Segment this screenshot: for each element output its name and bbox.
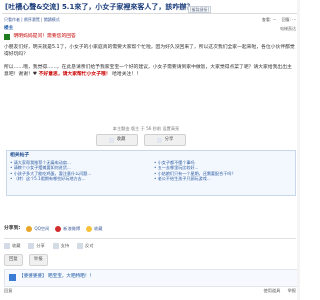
reply-row: 回复 举报 [4, 254, 296, 266]
action-oppose[interactable]: 反对 [77, 243, 94, 249]
copy-link-button[interactable]: [複製鏈接] [188, 6, 212, 13]
related-item[interactable]: • （转）这个5.1假期有哪些好玩地方去... [10, 176, 148, 181]
action-favorite-label: 收藏 [12, 243, 21, 248]
star-icon [86, 226, 93, 232]
report-button[interactable]: 举报 [28, 254, 48, 266]
favorite-small-icon [4, 243, 10, 249]
footer-tools[interactable]: 使用道具 [264, 288, 281, 293]
share-row: 分享到: QQ空间 新浪微博 收藏 [4, 223, 296, 235]
notice-text[interactable]: 明明妈妈提问！需要您的回答 [13, 34, 75, 39]
share-icon [156, 137, 162, 143]
share-favorite[interactable]: 收藏 [86, 226, 102, 232]
thumbs-down-icon [77, 243, 84, 249]
signature-icon [9, 274, 16, 281]
post-author[interactable]: 楼主 [4, 26, 13, 32]
action-favorite[interactable]: 收藏 [4, 243, 20, 249]
post-footer: 回复 使用道具 举报 [4, 287, 296, 296]
qzone-icon [26, 226, 33, 232]
share-favorite-label: 收藏 [94, 226, 103, 231]
share-qzone[interactable]: QQ空间 [26, 226, 49, 232]
share-label: 分享 [164, 137, 174, 142]
footer-reply[interactable]: 回复 [4, 288, 12, 294]
action-support[interactable]: 支持 [52, 243, 70, 249]
post-actions: 收藏 分享 支持 反对 [4, 241, 296, 251]
share-weibo[interactable]: 新浪微博 [55, 226, 80, 232]
notice-icon [4, 34, 10, 40]
post-header: 楼主 电梯直达 [4, 26, 296, 33]
edit-note: 本主题由 版主 于 56 秒前 设置高亮 [112, 126, 180, 131]
favorite-label: 收藏 [116, 137, 126, 142]
share-small-icon [28, 243, 35, 249]
related-col-right: • 小女子都不懂个事吗 • 五一去哪里玩比较好... • 小姑娘们只有一个星期，… [154, 160, 292, 181]
views-count: 查看: ··· [261, 17, 277, 22]
post-paragraph-2: 所以……哦，我觉得……，在此恳请亲们给予我家宝宝一个好的建议，小女子需要请到家中… [4, 64, 296, 78]
thread-meta-right: 查看: ··· 回復: ··· [258, 17, 296, 23]
action-share-label: 分享 [36, 243, 45, 248]
related-threads-box: 相关帖子 • 请大家帮我推荐个无痛电动扇... • 请教个小女子摆摊要如何进货.… [6, 150, 296, 196]
thumbs-up-icon [52, 243, 59, 249]
signature-text[interactable]: 【婆婆婆婆】 晒宝宝，大晒特晒！！ [19, 274, 94, 280]
footer-report[interactable]: 举报 [288, 288, 296, 293]
post-notice: 明明妈妈提问！需要您的回答 [4, 34, 296, 41]
divider [4, 238, 296, 239]
related-col-left: • 请大家帮我推荐个无痛电动扇... • 请教个小女子摆摊要如何进货... • … [10, 160, 148, 181]
thread-meta-left[interactable]: 只看作者 | 倒序瀏覽 | 閱讀模式 [4, 17, 60, 23]
post-body: 小朋友们好，明天就是5.1了，小女子的小家庭真的需要大家帮个忙啦，因为好久没回来… [4, 44, 296, 84]
reply-button[interactable]: 回复 [4, 254, 23, 266]
favorite-button[interactable]: 收藏 [96, 134, 138, 146]
footer-right: 使用道具 举报 [258, 288, 297, 294]
related-title: 相关帖子 [10, 153, 30, 158]
signature-box: 【婆婆婆婆】 晒宝宝，大晒特晒！！ [4, 269, 298, 287]
thread-meta-row: 只看作者 | 倒序瀏覽 | 閱讀模式 查看: ··· 回復: ··· [4, 16, 296, 24]
forum-thread-page: [吐槽心聲&交流] 5.1來了，小女子家裡來客人了，該咋辦？ [複製鏈接] 只看… [0, 0, 300, 300]
save-share-row: 收藏 分享 [96, 134, 186, 146]
scrollbar[interactable] [297, 0, 300, 300]
share-qzone-label: QQ空间 [34, 226, 50, 231]
share-button[interactable]: 分享 [144, 134, 186, 146]
share-weibo-label: 新浪微博 [63, 226, 81, 231]
action-oppose-label: 反对 [85, 243, 94, 248]
action-support-label: 支持 [60, 243, 70, 248]
replies-count: 回復: ··· [281, 17, 296, 22]
post-tail: 哈哈关注！！ [112, 72, 141, 77]
related-item[interactable]: • 老公不给生孩子只顾玩游戏... [154, 176, 292, 181]
post-paragraph-1: 小朋友们好，明天就是5.1了，小女子的小家庭真的需要大家帮个忙啦，因为好久没回来… [4, 45, 295, 57]
action-share[interactable]: 分享 [28, 243, 45, 249]
weibo-icon [55, 226, 62, 232]
thread-title: [吐槽心聲&交流] 5.1來了，小女子家裡來客人了，該咋辦？ [5, 3, 194, 11]
post-highlight: 不好意思，请大家帮忙小女子哦！ [38, 72, 111, 77]
thread-title-bar: [吐槽心聲&交流] 5.1來了，小女子家裡來客人了，該咋辦？ [複製鏈接] [2, 4, 298, 14]
post-floor-link[interactable]: 电梯直达 [280, 26, 296, 32]
favorite-icon [108, 137, 114, 143]
share-to-label: 分享到: [4, 226, 21, 231]
